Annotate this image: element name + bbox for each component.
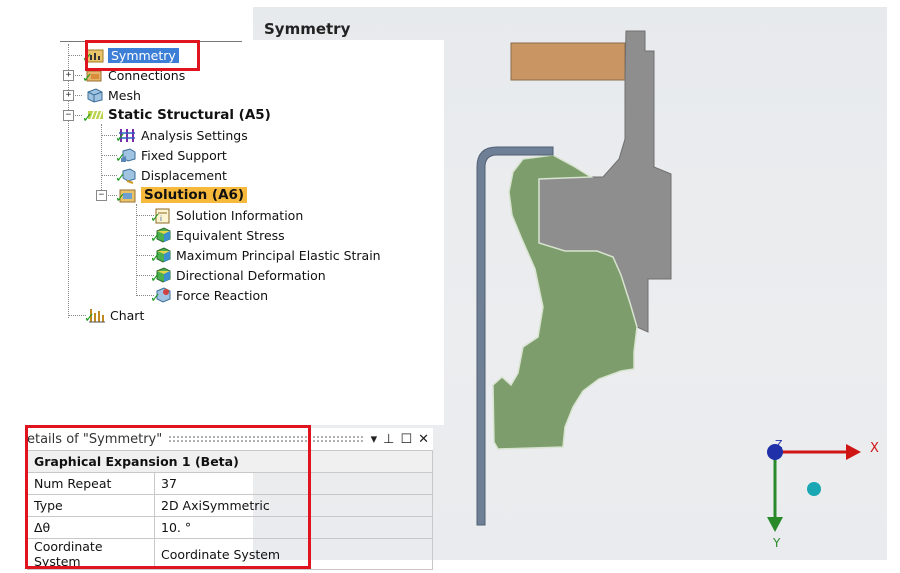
tree-item-directional-deformation[interactable]: ✓ Directional Deformation (150, 265, 326, 285)
tree-item-label: Directional Deformation (176, 267, 326, 283)
tree-item-solution[interactable]: ✓ Solution (A6) (115, 185, 248, 205)
expand-mesh-toggle[interactable]: + (63, 90, 74, 101)
fixed-support-icon: ✓ (115, 146, 137, 165)
solution-information-icon: i ✓ (150, 206, 172, 225)
chart-icon: ✓ (84, 309, 105, 326)
tree-item-static-structural[interactable]: ✓ Static Structural (A5) (82, 105, 271, 125)
collapse-solution-toggle[interactable]: − (96, 190, 107, 201)
tree-item-equivalent-stress[interactable]: ✓ Equivalent Stress (150, 225, 285, 245)
static-structural-icon: ✓ (82, 106, 104, 125)
tree-item-displacement[interactable]: ✓ Displacement (115, 165, 227, 186)
tree-item-fixed-support[interactable]: ✓ Fixed Support (115, 145, 227, 166)
z-axis-label: Z (775, 438, 783, 451)
tree-item-label: Solution Information (176, 207, 304, 223)
tree-item-label: Solution (A6) (141, 187, 248, 203)
collapse-static-structural-toggle[interactable]: − (63, 110, 74, 121)
tree-item-label: Displacement (141, 167, 227, 183)
y-axis-label: Y (772, 536, 781, 550)
displacement-icon: ✓ (115, 166, 137, 185)
pin-icon[interactable]: ⊥ (383, 432, 394, 447)
orange-part (510, 42, 626, 81)
close-icon[interactable]: ✕ (418, 432, 429, 447)
expand-connections-toggle[interactable]: + (63, 70, 74, 81)
dropdown-arrow-icon[interactable]: ▾ (371, 432, 378, 447)
tree-item-label: Equivalent Stress (176, 227, 285, 243)
tree-item-force-reaction[interactable]: ✓ Force Reaction (150, 285, 269, 305)
x-axis-label: X (870, 441, 879, 456)
viewport-title: Symmetry (264, 20, 351, 38)
result-icon: ✓ (150, 266, 172, 285)
tree-item-analysis-settings[interactable]: ✓ Analysis Settings (115, 125, 248, 146)
annotation-box-details (25, 425, 311, 569)
coordinate-triad (767, 444, 861, 532)
annotation-box-symmetry (85, 40, 200, 71)
result-icon: ✓ (150, 226, 172, 245)
tree-item-label: Maximum Principal Elastic Strain (176, 247, 381, 263)
tree-item-label: Analysis Settings (141, 127, 248, 143)
mesh-icon (84, 86, 104, 104)
solution-icon: ✓ (115, 186, 137, 205)
maximize-icon[interactable]: ☐ (400, 432, 412, 447)
analysis-settings-icon: ✓ (115, 129, 135, 146)
tree-item-chart[interactable]: ✓ Chart (84, 305, 145, 326)
tree-item-solution-information[interactable]: i ✓ Solution Information (150, 205, 304, 226)
probe-icon: ✓ (150, 286, 172, 305)
tree-item-label: Mesh (108, 87, 141, 103)
tree-item-max-principal-elastic-strain[interactable]: ✓ Maximum Principal Elastic Strain (150, 245, 381, 265)
tree-item-mesh[interactable]: Mesh (84, 85, 141, 105)
tree-item-label: Chart (110, 307, 145, 323)
tree-item-label: Force Reaction (176, 287, 269, 303)
tree-item-label: Static Structural (A5) (108, 107, 271, 123)
result-icon: ✓ (150, 246, 172, 265)
tree-item-label: Fixed Support (141, 147, 227, 163)
